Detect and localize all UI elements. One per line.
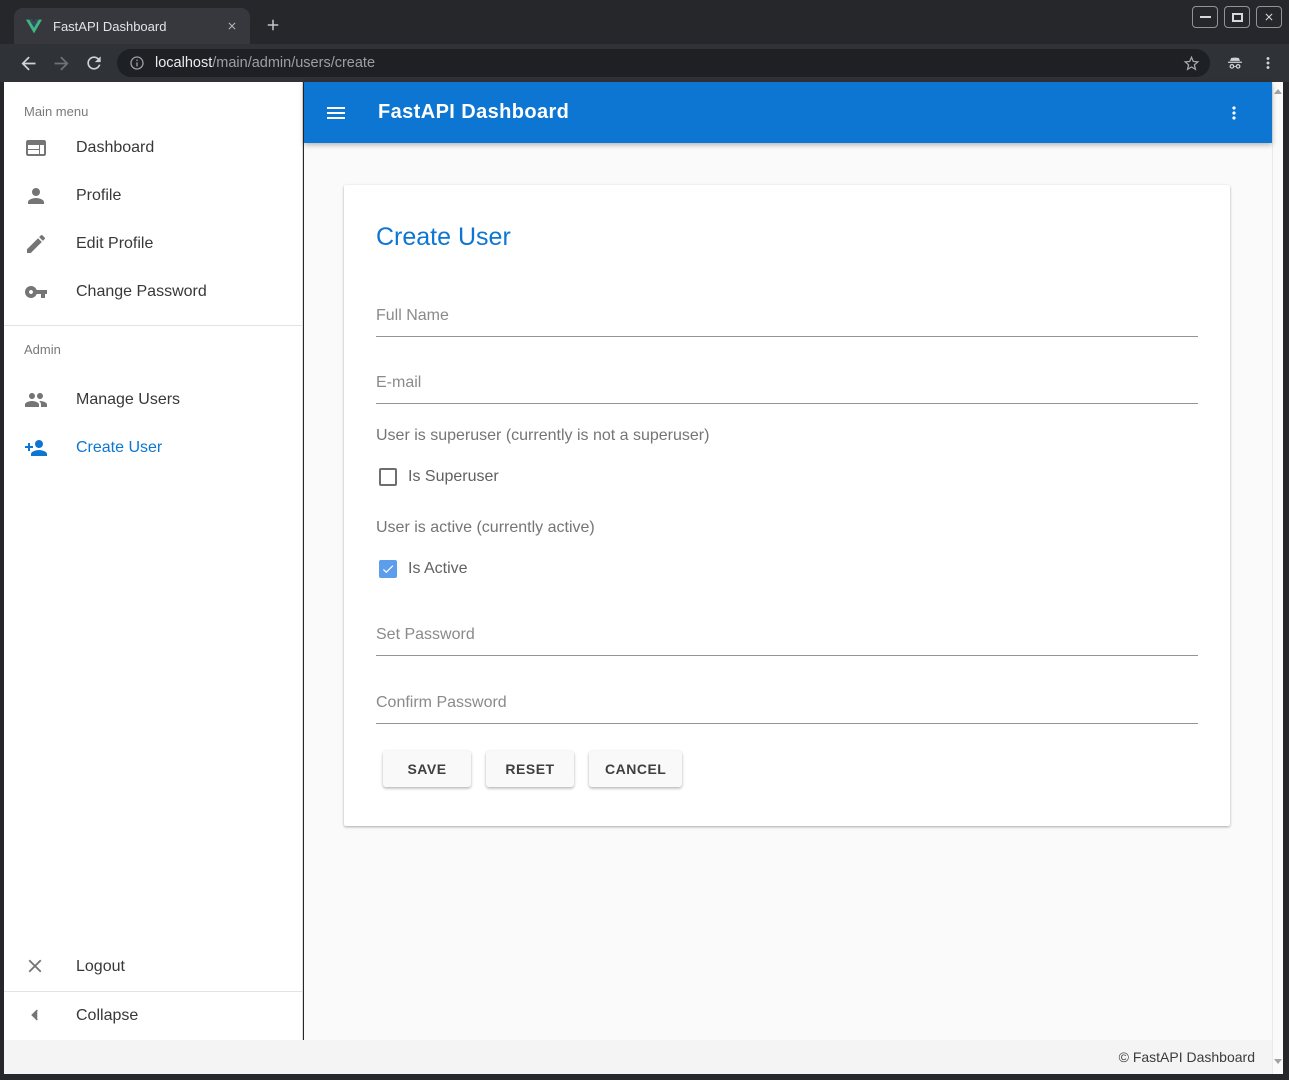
sidebar-item-collapse[interactable]: Collapse — [4, 992, 302, 1040]
sidebar-item-label: Dashboard — [76, 139, 154, 157]
maximize-icon — [1232, 13, 1243, 22]
app-bar: FastAPI Dashboard — [304, 82, 1272, 143]
address-bar[interactable]: localhost/main/admin/users/create — [117, 49, 1210, 77]
sidebar-item-create-user[interactable]: Create User — [4, 424, 302, 472]
browser-window: FastAPI Dashboard localhost/m — [0, 0, 1289, 1080]
superuser-checkbox-label: Is Superuser — [408, 468, 499, 486]
copyright-text: © FastAPI Dashboard — [1119, 1049, 1255, 1065]
vue-favicon-icon — [26, 18, 43, 34]
minimize-button[interactable] — [1192, 6, 1218, 28]
sidebar-item-label: Create User — [76, 439, 162, 457]
sidebar-section-main-menu: Main menu — [4, 82, 302, 124]
sidebar-item-change-password[interactable]: Change Password — [4, 268, 302, 316]
superuser-checkbox-row[interactable]: Is Superuser — [379, 468, 499, 486]
active-checkbox-label: Is Active — [408, 560, 468, 578]
page-body: Main menu Dashboard Profile Edit Profile… — [0, 82, 1289, 1080]
key-icon — [24, 280, 48, 304]
set-password-input[interactable] — [376, 612, 1198, 656]
browser-titlebar: FastAPI Dashboard — [0, 0, 1289, 44]
main-content: FastAPI Dashboard Create User User is su… — [304, 82, 1272, 1040]
sidebar-item-label: Collapse — [76, 1007, 138, 1025]
person-icon — [24, 184, 48, 208]
logout-x-icon — [24, 955, 48, 979]
confirm-password-field-wrap — [376, 680, 1198, 724]
url-text[interactable]: localhost/main/admin/users/create — [155, 55, 1182, 71]
browser-toolbar: localhost/main/admin/users/create — [0, 44, 1289, 82]
url-host: localhost — [155, 55, 212, 71]
appbar-kebab-icon[interactable] — [1222, 101, 1246, 125]
save-button[interactable]: SAVE — [383, 751, 471, 787]
page-footer: © FastAPI Dashboard — [4, 1040, 1272, 1074]
create-user-card: Create User User is superuser (currently… — [344, 185, 1230, 826]
confirm-password-input[interactable] — [376, 680, 1198, 724]
maximize-button[interactable] — [1224, 6, 1250, 28]
sidebar-item-logout[interactable]: Logout — [4, 943, 302, 991]
email-input[interactable] — [376, 360, 1198, 404]
sidebar-item-label: Change Password — [76, 283, 207, 301]
full-name-field-wrap — [376, 293, 1198, 337]
minimize-icon — [1200, 16, 1211, 18]
pencil-icon — [24, 232, 48, 256]
active-checkbox[interactable] — [379, 560, 397, 578]
sidebar-item-label: Edit Profile — [76, 235, 153, 253]
sidebar-item-profile[interactable]: Profile — [4, 172, 302, 220]
set-password-field-wrap — [376, 612, 1198, 656]
people-icon — [24, 388, 48, 412]
tab-title: FastAPI Dashboard — [53, 19, 223, 34]
sidebar-item-dashboard[interactable]: Dashboard — [4, 124, 302, 172]
email-field-wrap — [376, 360, 1198, 404]
back-button[interactable] — [16, 51, 40, 75]
sidebar-item-edit-profile[interactable]: Edit Profile — [4, 220, 302, 268]
page-title: Create User — [376, 221, 511, 253]
scroll-down-arrow-icon[interactable] — [1274, 1059, 1282, 1064]
reload-button[interactable] — [82, 51, 106, 75]
full-name-input[interactable] — [376, 293, 1198, 337]
sidebar-item-label: Manage Users — [76, 391, 180, 409]
url-path: /main/admin/users/create — [212, 55, 375, 71]
close-icon — [1263, 11, 1275, 23]
superuser-checkbox[interactable] — [379, 468, 397, 486]
hamburger-menu-icon[interactable] — [324, 101, 348, 125]
superuser-hint: User is superuser (currently is not a su… — [376, 427, 709, 445]
forward-button[interactable] — [49, 51, 73, 75]
sidebar-item-label: Profile — [76, 187, 121, 205]
cancel-button[interactable]: CANCEL — [589, 751, 682, 787]
person-add-icon — [24, 436, 48, 460]
tab-close-icon[interactable] — [223, 18, 240, 35]
vertical-scrollbar[interactable] — [1272, 82, 1283, 1074]
window-controls — [1192, 6, 1282, 28]
sidebar: Main menu Dashboard Profile Edit Profile… — [4, 82, 303, 1040]
browser-tab[interactable]: FastAPI Dashboard — [14, 8, 250, 44]
reset-button[interactable]: RESET — [486, 751, 574, 787]
appbar-title: FastAPI Dashboard — [378, 101, 1222, 124]
sidebar-spacer — [4, 472, 302, 943]
sidebar-item-manage-users[interactable]: Manage Users — [4, 376, 302, 424]
form-buttons: SAVE RESET CANCEL — [383, 751, 682, 787]
browser-menu-kebab-icon[interactable] — [1259, 54, 1277, 72]
close-window-button[interactable] — [1256, 6, 1282, 28]
check-icon — [381, 562, 395, 576]
active-checkbox-row[interactable]: Is Active — [379, 560, 468, 578]
info-icon[interactable] — [129, 55, 145, 71]
sidebar-item-label: Logout — [76, 958, 125, 976]
toolbar-actions — [1224, 53, 1277, 73]
new-tab-button[interactable] — [262, 14, 284, 36]
incognito-icon — [1224, 53, 1246, 73]
chevron-left-icon — [24, 1004, 48, 1028]
sidebar-section-admin: Admin — [4, 326, 302, 364]
active-hint: User is active (currently active) — [376, 519, 595, 537]
dashboard-icon — [24, 136, 48, 160]
bookmark-star-icon[interactable] — [1182, 54, 1201, 73]
scroll-up-arrow-icon[interactable] — [1274, 89, 1282, 94]
